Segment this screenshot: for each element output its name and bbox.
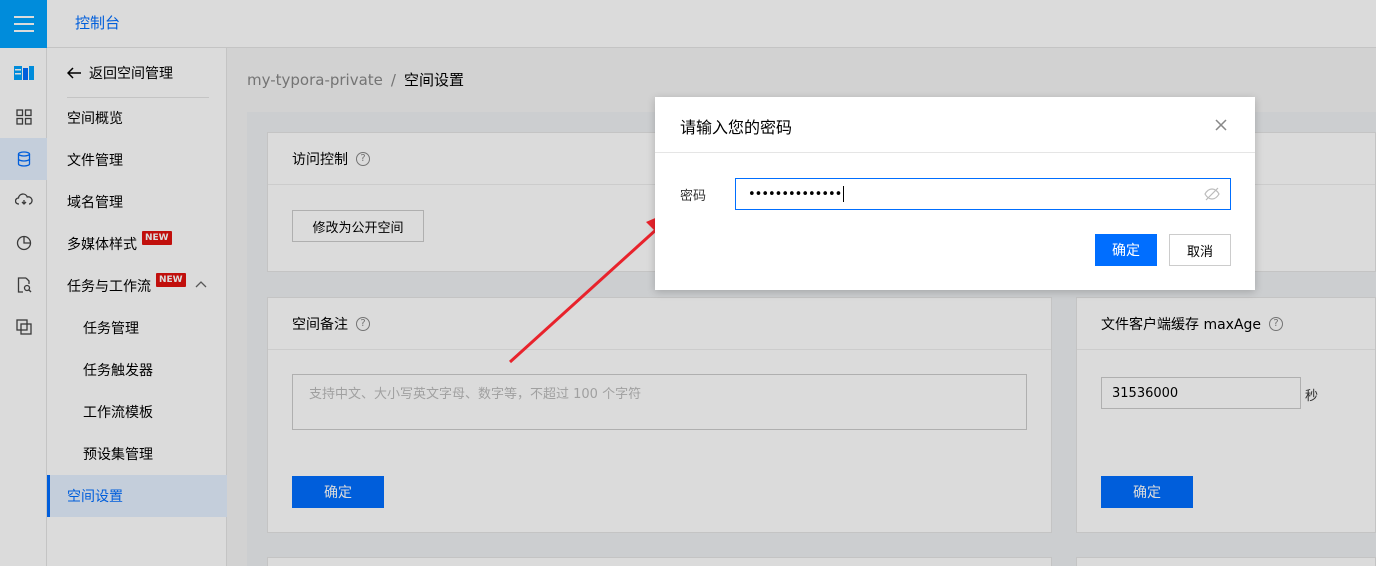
- eye-off-icon[interactable]: [1204, 187, 1220, 201]
- password-dialog: 请输入您的密码 密码 •••••••••••••• 确定 取消: [655, 97, 1255, 290]
- dialog-close-button[interactable]: [1211, 115, 1231, 135]
- password-input[interactable]: ••••••••••••••: [735, 178, 1231, 210]
- dialog-cancel-button[interactable]: 取消: [1169, 234, 1231, 266]
- close-icon: [1215, 119, 1227, 131]
- dialog-header: 请输入您的密码: [655, 97, 1255, 153]
- password-label: 密码: [680, 189, 707, 204]
- dialog-title: 请输入您的密码: [680, 118, 793, 137]
- dialog-ok-button[interactable]: 确定: [1095, 234, 1157, 266]
- text-caret: [843, 186, 845, 202]
- password-mask: ••••••••••••••: [748, 186, 842, 202]
